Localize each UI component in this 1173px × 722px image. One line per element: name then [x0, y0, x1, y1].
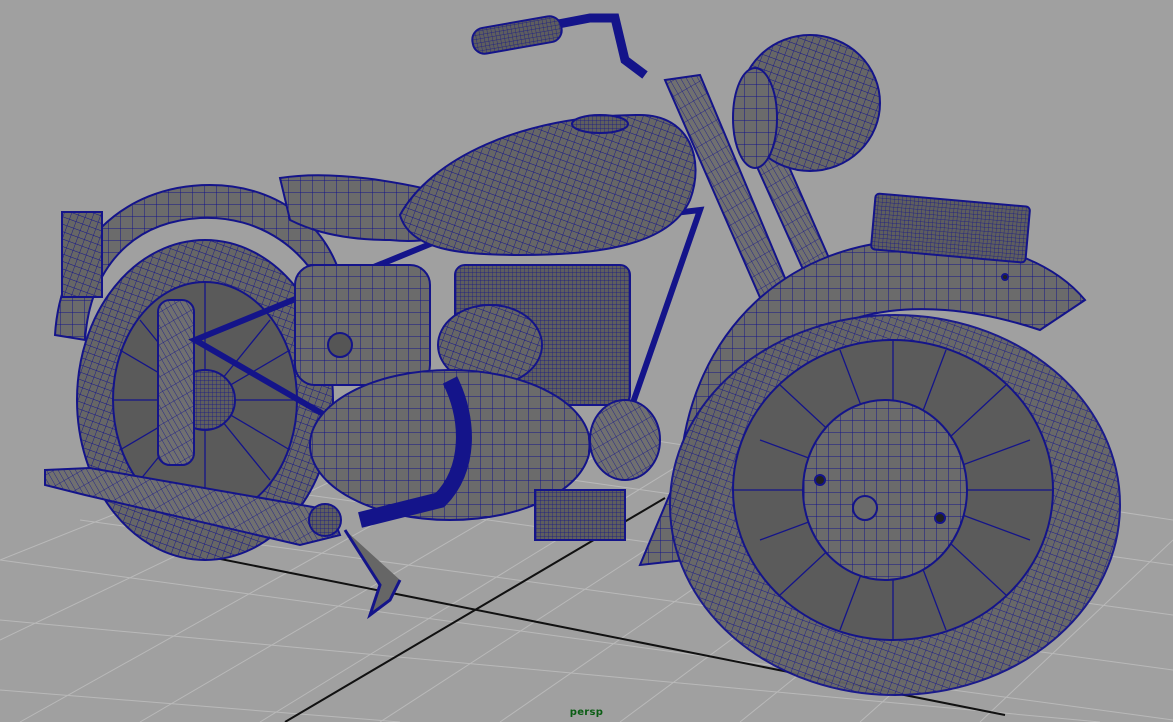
camera-label: persp: [569, 707, 604, 718]
sump: [534, 489, 626, 541]
tank-cap: [571, 114, 629, 134]
side-box: [294, 264, 431, 386]
tail-light: [61, 211, 103, 298]
rear-shock: [157, 299, 195, 466]
headlight-shell: [732, 67, 778, 169]
motorcycle-model[interactable]: [44, 13, 1121, 696]
axle-nut: [852, 495, 878, 521]
kickstand: [343, 529, 402, 620]
3d-viewport[interactable]: persp: [0, 0, 1173, 722]
handlebar-grip: [471, 15, 563, 55]
muffler-end: [308, 503, 342, 537]
front-hub: [802, 399, 968, 581]
generator: [589, 399, 661, 481]
viewport-canvas[interactable]: [0, 0, 1173, 722]
fuel-tank: [398, 113, 697, 257]
